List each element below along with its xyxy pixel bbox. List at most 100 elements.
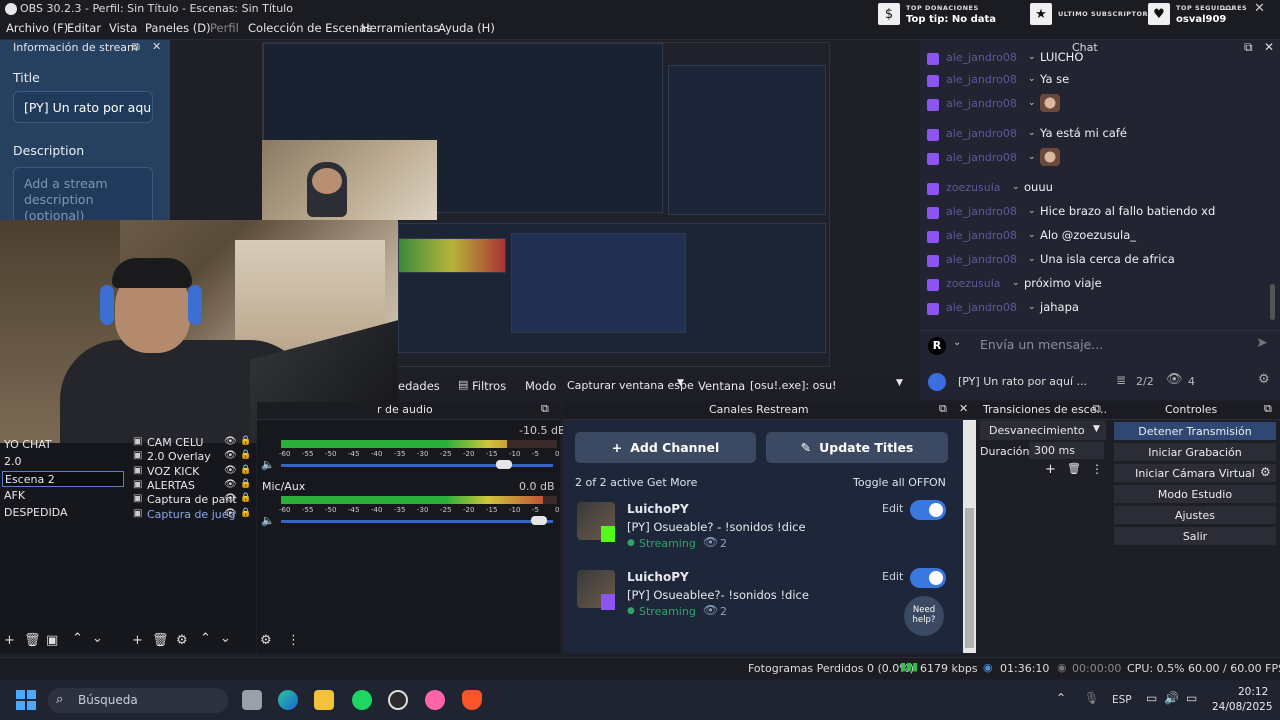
network-icon[interactable]: ▭ [1146, 691, 1157, 705]
transition-select[interactable]: Desvanecimiento ▼ [980, 421, 1106, 440]
visibility-eye-icon[interactable]: 👁 [224, 436, 237, 447]
restream-float-icon[interactable]: ⧉ [939, 402, 947, 416]
battery-icon[interactable]: ▭ [1186, 691, 1197, 705]
window-select[interactable]: [osu!.exe]: osu! ▼ [746, 376, 912, 395]
remove-scene-icon[interactable]: 🗑 [24, 633, 41, 648]
dock-close-icon[interactable]: ✕ [152, 40, 161, 53]
chat-scrollbar[interactable] [1270, 284, 1275, 320]
channel-toggle[interactable] [910, 568, 946, 588]
add-transition-icon[interactable]: + [1045, 462, 1056, 477]
move-down-icon[interactable]: ⌄ [92, 631, 103, 646]
obs-icon[interactable] [388, 690, 408, 710]
chat-username[interactable]: ale_jandro08 [946, 229, 1017, 242]
need-help-button[interactable]: Need help? [904, 596, 944, 636]
chat-input[interactable]: Envía un mensaje... [980, 337, 1103, 352]
scene-filters-icon[interactable]: ▣ [46, 633, 58, 648]
reply-chevron-icon[interactable]: ⌄ [1028, 52, 1036, 62]
osu-icon[interactable] [425, 690, 445, 710]
reply-chevron-icon[interactable]: ⌄ [1028, 98, 1036, 108]
control-button[interactable]: Iniciar Grabación [1114, 443, 1276, 461]
source-item[interactable]: ▣ 2.0 Overlay 👁 🔒 [130, 450, 254, 464]
control-button[interactable]: Ajustes [1114, 506, 1276, 524]
filters-button[interactable]: Filtros [472, 379, 506, 393]
volume-slider[interactable] [281, 520, 553, 523]
source-down-icon[interactable]: ⌄ [220, 631, 231, 646]
source-item[interactable]: ▣ ALERTAS 👁 🔒 [130, 479, 254, 493]
tray-chevron-icon[interactable]: ⌃ [1056, 691, 1066, 705]
menu-editar[interactable]: Editar [67, 21, 101, 35]
add-channel-button[interactable]: + Add Channel [575, 432, 756, 463]
menu-perfil[interactable]: Perfil [210, 21, 239, 35]
volume-slider[interactable] [281, 464, 553, 467]
reply-chevron-icon[interactable]: ⌄ [1028, 302, 1036, 312]
chat-username[interactable]: ale_jandro08 [946, 301, 1017, 314]
scene-item[interactable]: DESPEDIDA [2, 505, 124, 521]
volume-slider-handle[interactable] [531, 516, 548, 525]
visibility-eye-icon[interactable]: 👁 [224, 479, 237, 490]
reply-chevron-icon[interactable]: ⌄ [1028, 230, 1036, 240]
mixer-menu-icon[interactable]: ⋮ [287, 633, 300, 648]
clock-time[interactable]: 20:12 [1238, 686, 1268, 698]
clock-date[interactable]: 24/08/2025 [1212, 701, 1273, 713]
chat-username[interactable]: ale_jandro08 [946, 97, 1017, 110]
duration-input[interactable]: 300 ms [1029, 442, 1104, 459]
chat-username[interactable]: ale_jandro08 [946, 151, 1017, 164]
chat-username[interactable]: zoezusula [946, 181, 1001, 194]
lock-icon[interactable]: 🔒 [240, 508, 251, 518]
edge-icon[interactable] [278, 690, 298, 710]
volume-slider-handle[interactable] [496, 460, 513, 469]
transitions-float-icon[interactable]: ⧉ [1093, 402, 1101, 416]
dock-float-icon[interactable]: ⧉ [132, 40, 140, 54]
reply-chevron-icon[interactable]: ⌄ [1028, 206, 1036, 216]
move-up-icon[interactable]: ⌃ [72, 631, 83, 646]
mixer-float-icon[interactable]: ⧉ [541, 402, 549, 416]
channel-toggle[interactable] [910, 500, 946, 520]
source-up-icon[interactable]: ⌃ [200, 631, 211, 646]
control-button[interactable]: Detener Transmisión [1114, 422, 1276, 440]
visibility-eye-icon[interactable]: 👁 [224, 465, 237, 476]
scene-item[interactable]: AFK [2, 488, 124, 504]
visibility-eye-icon[interactable]: 👁 [224, 450, 237, 461]
lock-icon[interactable]: 🔒 [240, 465, 251, 475]
reply-chevron-icon[interactable]: ⌄ [1028, 74, 1036, 84]
menu-vista[interactable]: Vista [109, 21, 137, 35]
windows-start-icon[interactable] [16, 690, 36, 710]
reply-chevron-icon[interactable]: ⌄ [1012, 278, 1020, 288]
transition-menu-icon[interactable]: ⋮ [1091, 462, 1103, 476]
menu-ayuda[interactable]: Ayuda (H) [438, 21, 495, 35]
control-button[interactable]: Salir [1114, 527, 1276, 545]
brave-icon[interactable] [462, 690, 482, 710]
chat-avatar[interactable]: R [928, 337, 946, 355]
menu-paneles[interactable]: Paneles (D) [145, 21, 211, 35]
add-scene-icon[interactable]: + [4, 633, 15, 648]
update-titles-button[interactable]: ✎ Update Titles [766, 432, 948, 463]
chat-settings-icon[interactable]: ⚙ [1258, 372, 1270, 387]
control-button[interactable]: Modo Estudio [1114, 485, 1276, 503]
chat-username[interactable]: ale_jandro08 [946, 127, 1017, 140]
channel-edit-button[interactable]: Edit [882, 570, 903, 583]
mode-select[interactable]: Capturar ventana espe ▼ [561, 376, 694, 395]
add-source-icon[interactable]: + [132, 633, 143, 648]
active-summary[interactable]: 2 of 2 active Get More [575, 476, 697, 489]
mic-icon[interactable]: 🎙 [1084, 691, 1099, 705]
virtual-camera-settings-icon[interactable]: ⚙ [1260, 465, 1271, 479]
source-item[interactable]: ▣ VOZ KICK 👁 🔒 [130, 465, 254, 479]
control-button[interactable]: Iniciar Cámara Virtual [1114, 464, 1276, 482]
source-item[interactable]: ▣ Captura de pant 👁 🔒 [130, 493, 254, 507]
menu-coleccion[interactable]: Colección de Escenas [248, 21, 372, 35]
menu-herramientas[interactable]: Herramientas [361, 21, 439, 35]
source-item[interactable]: ▣ Captura de jueg 👁 🔒 [130, 508, 254, 522]
window-close-icon[interactable]: ✕ [1254, 1, 1265, 16]
reply-chevron-icon[interactable]: ⌄ [1028, 128, 1036, 138]
lock-icon[interactable]: 🔒 [240, 479, 251, 489]
menu-archivo[interactable]: Archivo (F) [6, 21, 68, 35]
speaker-icon[interactable]: 🔈 [261, 458, 275, 471]
window-minimize-icon[interactable]: — [1222, 2, 1234, 16]
toggle-all-on-button[interactable]: ON [929, 476, 946, 489]
visibility-eye-icon[interactable]: 👁 [224, 508, 237, 519]
chat-avatar-chevron-icon[interactable]: ⌄ [953, 337, 961, 348]
restream-scrollbar[interactable] [963, 420, 976, 653]
remove-transition-icon[interactable]: 🗑 [1067, 462, 1081, 475]
speaker-icon[interactable]: 🔈 [261, 514, 275, 527]
properties-button[interactable]: edades [398, 379, 440, 393]
